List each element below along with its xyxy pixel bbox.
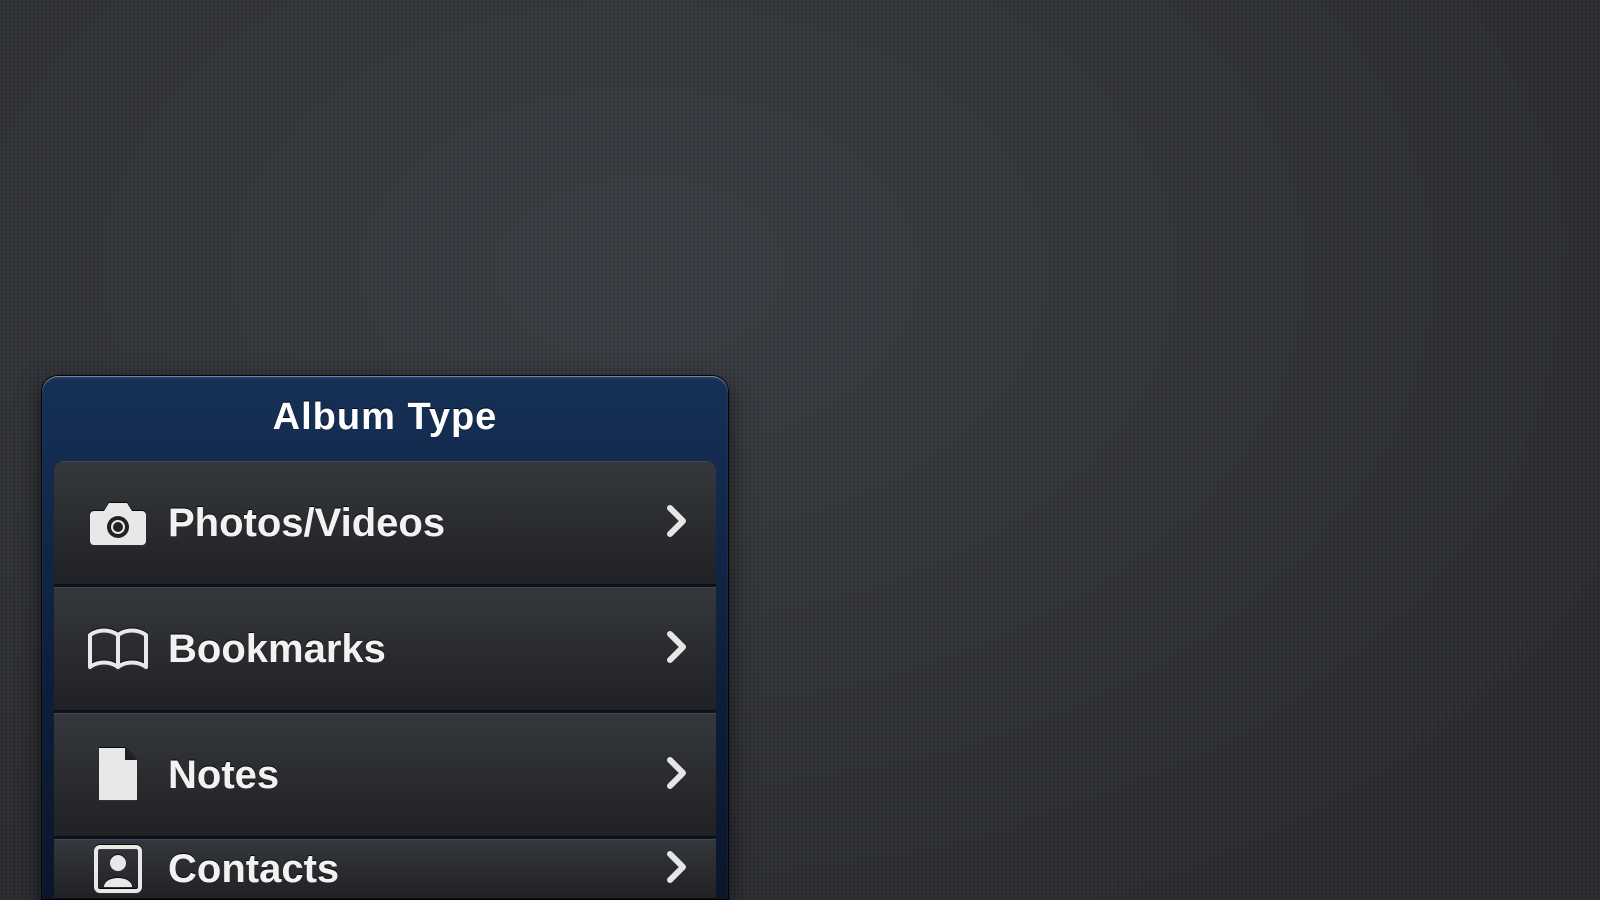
row-label: Photos/Videos [160, 501, 666, 546]
row-notes[interactable]: Notes [54, 711, 716, 837]
chevron-right-icon [666, 504, 688, 543]
row-bookmarks[interactable]: Bookmarks [54, 585, 716, 711]
camera-icon [76, 499, 160, 547]
row-photos-videos[interactable]: Photos/Videos [54, 461, 716, 585]
popover-title: Album Type [54, 388, 716, 461]
book-icon [76, 627, 160, 671]
album-type-popover: Album Type Photos/Videos [42, 376, 728, 899]
chevron-right-icon [666, 630, 688, 669]
row-label: Notes [160, 753, 666, 798]
row-label: Contacts [160, 847, 666, 892]
chevron-right-icon [666, 756, 688, 795]
contact-icon [76, 843, 160, 895]
chevron-right-icon [666, 850, 688, 889]
album-type-list: Photos/Videos Bookmarks [54, 461, 716, 899]
row-label: Bookmarks [160, 627, 666, 672]
document-icon [76, 746, 160, 804]
row-contacts[interactable]: Contacts [54, 837, 716, 899]
